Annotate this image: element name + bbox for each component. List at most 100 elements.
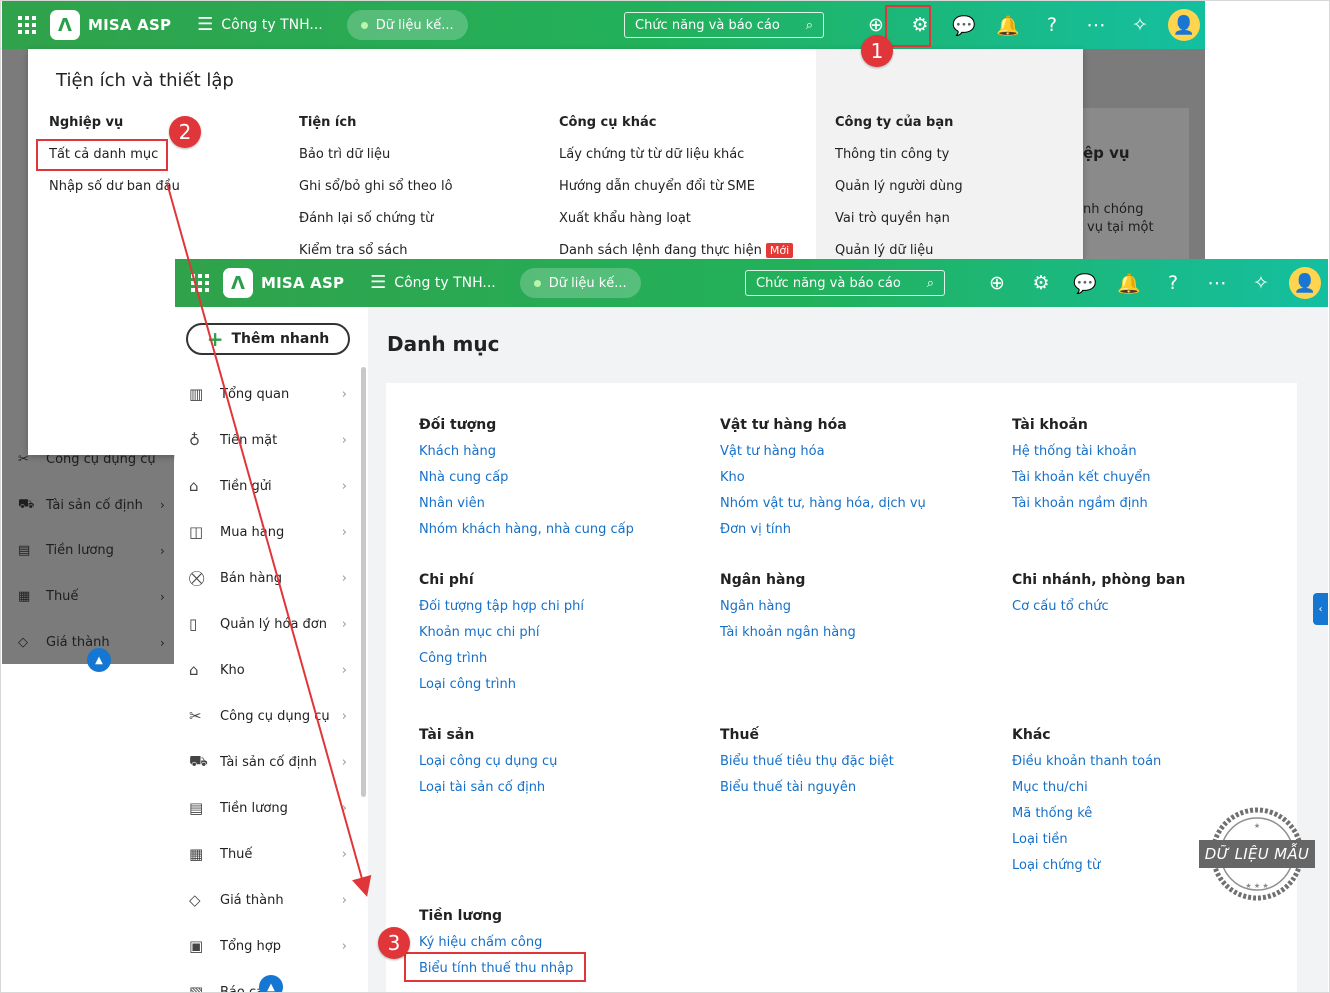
category-link[interactable]: Mã thống kê: [1012, 806, 1161, 832]
category-link[interactable]: Công trình: [419, 651, 584, 677]
whats-new-icon[interactable]: ✧: [1118, 14, 1162, 36]
group-assets: Tài sản Loại công cụ dụng cụ Loại tài sả…: [419, 727, 557, 806]
side-panel-toggle[interactable]: ‹: [1313, 593, 1328, 625]
category-link[interactable]: Nhà cung cấp: [419, 470, 634, 496]
category-link[interactable]: Nhóm vật tư, hàng hóa, dịch vụ: [720, 496, 926, 522]
category-link[interactable]: Tài khoản kết chuyển: [1012, 470, 1151, 496]
category-link[interactable]: Vật tư hàng hóa: [720, 444, 926, 470]
popup-item[interactable]: Xuất khẩu hàng loạt: [559, 211, 793, 243]
sidebar-item-label: Tổng hợp: [220, 938, 281, 954]
sidebar-item-tax[interactable]: ▦ Thuế ›: [189, 838, 347, 870]
chat-icon[interactable]: 💬: [942, 14, 986, 37]
category-link[interactable]: Loại tiền: [1012, 832, 1161, 858]
tools-icon: ✂: [189, 707, 202, 725]
warehouse-icon: ⌂: [189, 661, 199, 679]
category-link[interactable]: Khách hàng: [419, 444, 634, 470]
more-icon[interactable]: ⋯: [1074, 14, 1118, 36]
category-link[interactable]: Khoản mục chi phí: [419, 625, 584, 651]
popup-item[interactable]: Thông tin công ty: [835, 147, 963, 179]
more-icon[interactable]: ⋯: [1195, 272, 1239, 294]
help-icon[interactable]: ?: [1030, 14, 1074, 36]
collapse-up-icon[interactable]: ▲: [259, 975, 283, 993]
background-sidebar-label: Thuế: [46, 589, 79, 604]
chat-icon[interactable]: 💬: [1063, 272, 1107, 295]
category-link[interactable]: Loại tài sản cố định: [419, 780, 557, 806]
category-link[interactable]: Điều khoản thanh toán: [1012, 754, 1161, 780]
group-objects: Đối tượng Khách hàng Nhà cung cấp Nhân v…: [419, 417, 634, 548]
popup-item[interactable]: Đánh lại số chứng từ: [299, 211, 453, 243]
bell-icon[interactable]: 🔔: [1107, 272, 1151, 295]
logo[interactable]: Λ MISA ASP: [50, 10, 171, 40]
data-selector[interactable]: Dữ liệu kế...: [519, 268, 641, 298]
category-link[interactable]: Loại công trình: [419, 677, 584, 703]
category-link[interactable]: Ngân hàng: [720, 599, 856, 625]
app-grid-icon[interactable]: [191, 274, 209, 292]
category-link[interactable]: Nhóm khách hàng, nhà cung cấp: [419, 522, 634, 548]
category-link[interactable]: Cơ cấu tổ chức: [1012, 599, 1185, 625]
popup-item[interactable]: Ghi sổ/bỏ ghi sổ theo lô: [299, 179, 453, 211]
popup-column-heading: Công cụ khác: [559, 115, 657, 130]
popup-column-utilities: Tiện ích Bảo trì dữ liệu Ghi sổ/bỏ ghi s…: [299, 115, 453, 275]
hamburger-menu-icon[interactable]: ☰: [197, 16, 213, 34]
highlight-settings: [885, 5, 931, 47]
category-link[interactable]: Tài khoản ngầm định: [1012, 496, 1151, 522]
whats-new-icon[interactable]: ✧: [1239, 272, 1283, 294]
category-link[interactable]: Nhân viên: [419, 496, 634, 522]
sidebar-item-summary[interactable]: ▣ Tổng hợp ›: [189, 930, 347, 962]
category-link[interactable]: Đối tượng tập hợp chi phí: [419, 599, 584, 625]
popup-item[interactable]: Lấy chứng từ từ dữ liệu khác: [559, 147, 793, 179]
chevron-right-icon: ›: [341, 570, 347, 586]
logo[interactable]: Λ MISA ASP: [223, 268, 344, 298]
sidebar-item-fixed-assets[interactable]: ⛟ Tài sản cố định ›: [189, 746, 347, 778]
help-icon[interactable]: ?: [1151, 272, 1195, 294]
sidebar-item-invoice[interactable]: ▯ Quản lý hóa đơn ›: [189, 608, 347, 640]
sidebar-item-deposit[interactable]: ⌂ Tiền gửi ›: [189, 470, 347, 502]
category-link[interactable]: Biểu thuế tài nguyên: [720, 780, 894, 806]
avatar[interactable]: 👤: [1289, 267, 1321, 299]
company-selector[interactable]: Công ty TNH...: [394, 275, 495, 291]
sidebar-item-cash[interactable]: ♁ Tiền mặt ›: [189, 424, 347, 456]
group-heading: Thuế: [720, 727, 759, 743]
category-link[interactable]: Loại công cụ dụng cụ: [419, 754, 557, 780]
sidebar-item-salary[interactable]: ▤ Tiền lương ›: [189, 792, 347, 824]
quick-add-button[interactable]: + Thêm nhanh: [186, 323, 350, 355]
popup-item[interactable]: Bảo trì dữ liệu: [299, 147, 453, 179]
download-icon[interactable]: ⊕: [975, 272, 1019, 294]
category-link[interactable]: Tài khoản ngân hàng: [720, 625, 856, 651]
data-selector[interactable]: Dữ liệu kế...: [346, 10, 468, 40]
sidebar-item-label: Quản lý hóa đơn: [220, 616, 327, 632]
group-heading: Chi phí: [419, 572, 474, 588]
search-box[interactable]: Chức năng và báo cáo ⌕: [745, 270, 945, 296]
category-link[interactable]: Hệ thống tài khoản: [1012, 444, 1151, 470]
sidebar-item-tools[interactable]: ✂ Công cụ dụng cụ ›: [189, 700, 347, 732]
category-link[interactable]: Đơn vị tính: [720, 522, 926, 548]
category-link[interactable]: Kho: [720, 470, 926, 496]
sidebar-item-purchase[interactable]: ◫ Mua hàng ›: [189, 516, 347, 548]
sidebar-item-sales[interactable]: ⛒ Bán hàng ›: [189, 562, 347, 594]
category-link[interactable]: Mục thu/chi: [1012, 780, 1161, 806]
front-app-body: + Thêm nhanh ▥ Tổng quan › ♁ Tiền mặt › ⌂ Tiền…: [175, 307, 1328, 993]
sidebar-scrollbar[interactable]: [361, 367, 366, 797]
search-box[interactable]: Chức năng và báo cáo ⌕: [624, 12, 824, 38]
popup-item[interactable]: Hướng dẫn chuyển đổi từ SME: [559, 179, 793, 211]
sidebar-item-overview[interactable]: ▥ Tổng quan ›: [189, 378, 347, 410]
company-selector[interactable]: Công ty TNH...: [221, 17, 322, 33]
sidebar-item-warehouse[interactable]: ⌂ Kho ›: [189, 654, 347, 686]
top-bar: Λ MISA ASP ☰ Công ty TNH... Dữ liệu kế..…: [175, 259, 1328, 307]
bell-icon[interactable]: 🔔: [986, 14, 1030, 37]
group-heading: Đối tượng: [419, 417, 497, 433]
car-icon: ⛟: [189, 752, 208, 770]
group-tax: Thuế Biểu thuế tiêu thụ đặc biệt Biểu th…: [720, 727, 894, 806]
popup-item-opening-balance[interactable]: Nhập số dư ban đầu: [49, 179, 180, 211]
category-link[interactable]: Loại chứng từ: [1012, 858, 1161, 884]
sidebar-item-cost-price[interactable]: ◇ Giá thành ›: [189, 884, 347, 916]
category-link[interactable]: Biểu thuế tiêu thụ đặc biệt: [720, 754, 894, 780]
collapse-up-icon[interactable]: ▲: [87, 648, 111, 672]
popup-item[interactable]: Quản lý người dùng: [835, 179, 963, 211]
app-grid-icon[interactable]: [18, 16, 36, 34]
settings-gear-icon[interactable]: ⚙: [1019, 272, 1063, 294]
sidebar-item-label: Tài sản cố định: [220, 754, 317, 770]
popup-item[interactable]: Vai trò quyền hạn: [835, 211, 963, 243]
hamburger-menu-icon[interactable]: ☰: [370, 274, 386, 292]
avatar[interactable]: 👤: [1168, 9, 1200, 41]
